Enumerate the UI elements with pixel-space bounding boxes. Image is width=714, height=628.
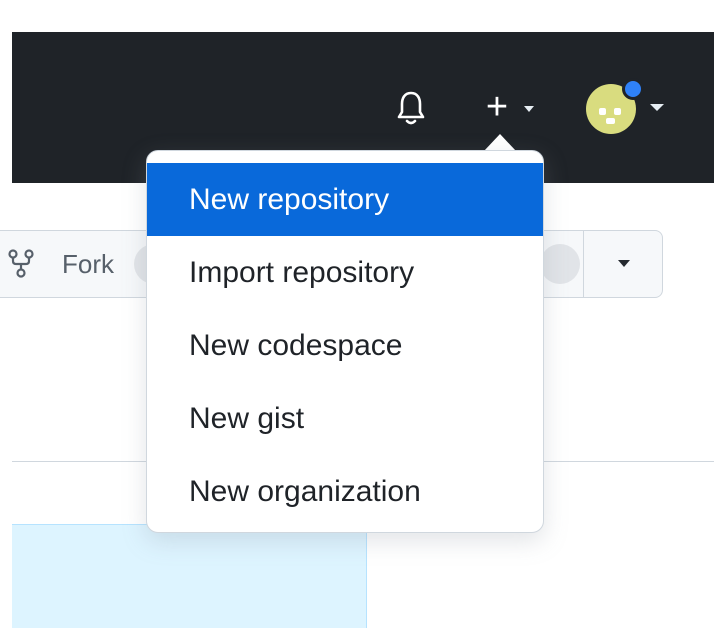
avatar-pixel (606, 118, 615, 124)
fork-button-label[interactable]: Fork (62, 248, 114, 280)
avatar-caret-down-icon[interactable] (650, 104, 664, 111)
page: + Fork New repository Import repository … (0, 0, 714, 628)
button-divider (583, 231, 584, 297)
bell-icon[interactable] (396, 90, 426, 126)
menu-pointer (484, 134, 516, 151)
avatar[interactable] (586, 78, 644, 134)
caret-down-icon[interactable] (618, 260, 630, 267)
menu-item-new-repository[interactable]: New repository (147, 163, 543, 236)
plus-icon[interactable]: + (480, 88, 514, 126)
menu-item-new-organization[interactable]: New organization (147, 455, 543, 528)
avatar-pixel (614, 108, 621, 115)
menu-item-new-gist[interactable]: New gist (147, 382, 543, 455)
highlight-panel (12, 524, 367, 628)
create-new-menu: New repository Import repository New cod… (146, 150, 544, 533)
menu-item-new-codespace[interactable]: New codespace (147, 309, 543, 382)
avatar-pixel (599, 108, 606, 115)
repo-forked-icon (8, 249, 34, 278)
menu-item-import-repository[interactable]: Import repository (147, 236, 543, 309)
star-counter (540, 244, 580, 284)
avatar-status-badge (622, 78, 644, 100)
create-caret-down-icon[interactable] (524, 106, 534, 112)
